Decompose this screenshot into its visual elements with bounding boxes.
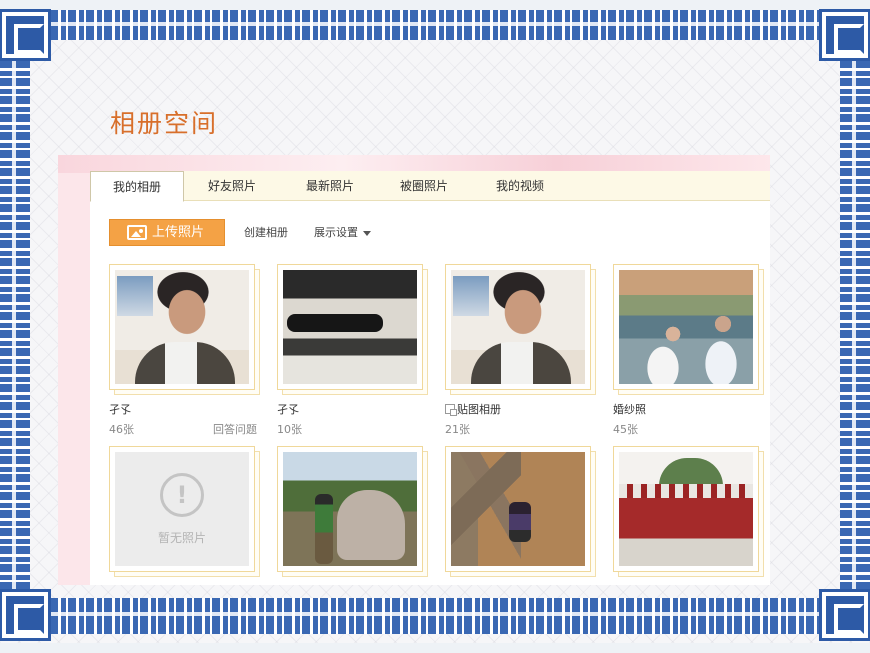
album-name[interactable]: 贴图相册 [445,401,501,417]
tab-bar: 我的相册 好友照片 最新照片 被圈照片 我的视频 [90,171,770,202]
upload-photos-label: 上传照片 [152,225,205,240]
caret-down-icon [363,230,371,236]
tab-my-videos[interactable]: 我的视频 [478,171,562,201]
album-photo-count: 46张 [109,423,134,436]
album-card[interactable]: 孑孓 46张 回答问题 [109,264,260,437]
album-cover-photo [619,452,753,566]
tab-tagged-photos[interactable]: 被圈照片 [382,171,466,201]
album-content: 我的相册 好友照片 最新照片 被圈照片 我的视频 上传照片 创建相册 展示设置 … [90,171,770,585]
album-cover-frame: ! 暂无照片 [109,446,255,572]
no-photos-text: 暂无照片 [157,530,206,545]
album-photo-count: 21张 [445,423,470,436]
album-cover-frame [277,446,423,572]
photo-upload-icon [127,225,147,240]
album-card[interactable]: 贴图相册 21张 [445,264,596,436]
album-cover-frame [445,264,591,390]
display-settings-dropdown[interactable]: 展示设置 [314,219,371,246]
album-cover-photo [283,452,417,566]
answer-question-link[interactable]: 回答问题 [213,421,257,437]
frame-corner-top-right [819,9,870,61]
album-cover-photo [115,270,249,384]
frame-corner-bottom-right [819,589,870,641]
album-card[interactable]: 孑孓 10张 [277,264,428,436]
album-cover-frame [613,446,759,572]
sticker-album-icon [445,404,457,416]
album-photo-count: 45张 [613,423,638,436]
tab-friends-photos[interactable]: 好友照片 [190,171,274,201]
album-card[interactable]: ! 暂无照片 [109,446,260,585]
album-panel: 我的相册 好友照片 最新照片 被圈照片 我的视频 上传照片 创建相册 展示设置 … [58,155,770,585]
empty-album-placeholder: ! 暂无照片 [115,452,249,566]
tab-latest-photos[interactable]: 最新照片 [288,171,372,201]
frame-bottom-border [0,598,870,634]
frame-right-border [840,10,870,634]
album-cover-frame [109,264,255,390]
album-card[interactable]: 婚纱照 45张 [613,264,764,436]
album-cover-photo [283,270,417,384]
page-title: 相册空间 [110,109,219,138]
frame-left-border [0,10,30,634]
album-name[interactable]: 孑孓 [109,401,131,417]
album-name[interactable]: 婚纱照 [613,401,646,417]
album-cover-photo [451,270,585,384]
frame-top-border [0,10,870,40]
album-name-text: 贴图相册 [457,403,501,416]
album-cover-frame [613,264,759,390]
album-cover-photo [451,452,585,566]
album-card[interactable] [613,446,764,585]
album-name[interactable]: 孑孓 [277,401,299,417]
album-cover-frame [445,446,591,572]
frame-corner-top-left [0,9,51,61]
album-card[interactable] [277,446,428,585]
toolbar: 上传照片 创建相册 展示设置 [90,219,770,249]
album-cover-frame [277,264,423,390]
create-album-link[interactable]: 创建相册 [244,219,288,246]
tab-my-albums[interactable]: 我的相册 [90,171,184,202]
album-photo-count: 10张 [277,423,302,436]
frame-corner-bottom-left [0,589,51,641]
upload-photos-button[interactable]: 上传照片 [109,219,225,246]
album-card[interactable] [445,446,596,585]
album-cover-photo [619,270,753,384]
display-settings-label: 展示设置 [314,226,358,239]
exclamation-icon: ! [160,472,204,517]
